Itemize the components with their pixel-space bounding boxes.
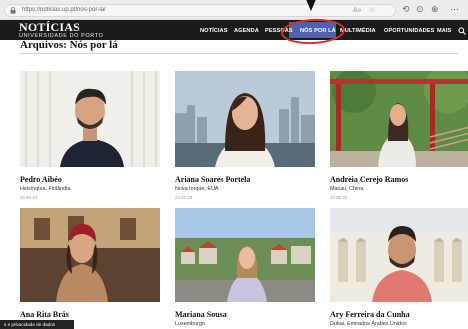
card-name[interactable]: Ary Ferreira da Cunha bbox=[330, 310, 410, 319]
card-name[interactable]: Mariana Sousa bbox=[175, 310, 227, 319]
card-date: 20.60.24 bbox=[20, 195, 38, 200]
logo-title: NOTÍCIAS bbox=[19, 20, 80, 34]
more-menu-icon[interactable]: ⋯ bbox=[450, 4, 459, 15]
nav-mais[interactable]: MAIS bbox=[437, 28, 451, 34]
collections-icon[interactable]: ⊕ bbox=[431, 4, 439, 15]
card-location: Nova Iorque, EUA bbox=[175, 186, 219, 192]
site-logo[interactable]: NOTÍCIAS UNIVERSIDADE DO PORTO bbox=[19, 20, 104, 39]
nav-noticias[interactable]: NOTÍCIAS bbox=[200, 28, 228, 34]
card-location: Macau, China bbox=[330, 186, 364, 192]
card-name[interactable]: Ariana Soares Portela bbox=[175, 175, 250, 184]
reader-icon[interactable]: A» bbox=[353, 7, 362, 15]
browser-toolbar: https://noticias.up.pt/nos-por-la/ A» ☆ … bbox=[0, 0, 468, 20]
card-image-ariana-soares-portela[interactable] bbox=[175, 71, 315, 167]
card-image-ana-rita-bras[interactable] bbox=[20, 208, 160, 302]
card-name[interactable]: Andreia Cerejo Ramos bbox=[330, 175, 408, 184]
annotation-arrow-icon bbox=[306, 0, 316, 11]
page-title: Arquivos: Nós por lá bbox=[20, 39, 118, 51]
nav-multimedia[interactable]: MULTIMÉDIA bbox=[340, 28, 376, 34]
card-location: Dubai, Emirados Árabes Unidos bbox=[330, 321, 407, 327]
card-location: Helsínquia, Finlândia bbox=[20, 186, 71, 192]
title-divider bbox=[20, 53, 458, 54]
card-name[interactable]: Pedro Aibéo bbox=[20, 175, 62, 184]
card-image-ary-ferreira-da-cunha[interactable] bbox=[330, 208, 468, 302]
address-bar[interactable]: https://noticias.up.pt/nos-por-la/ A» ☆ bbox=[4, 4, 396, 17]
url-text: https://noticias.up.pt/nos-por-la/ bbox=[22, 7, 106, 13]
card-image-pedro-aibeo[interactable] bbox=[20, 71, 160, 167]
search-icon[interactable] bbox=[458, 27, 466, 35]
privacy-settings-button[interactable]: s e privacidade de dados bbox=[0, 320, 74, 329]
lock-icon bbox=[10, 7, 16, 14]
favorite-star-icon[interactable]: ☆ bbox=[369, 7, 375, 15]
card-date: 24.03.23 bbox=[175, 195, 193, 200]
nav-oportunidades[interactable]: OPORTUNIDADES bbox=[384, 28, 434, 34]
extensions-icon[interactable]: ⊙ bbox=[416, 4, 424, 15]
nav-agenda[interactable]: AGENDA bbox=[234, 28, 259, 34]
card-location: Luxemburgo bbox=[175, 321, 205, 327]
card-image-mariana-sousa[interactable] bbox=[175, 208, 315, 302]
card-name[interactable]: Ana Rita Brás bbox=[20, 310, 69, 319]
refresh-icon[interactable]: ⟲ bbox=[402, 4, 410, 15]
card-date: 20.09.22 bbox=[330, 195, 348, 200]
card-image-andreia-cerejo-ramos[interactable] bbox=[330, 71, 468, 167]
